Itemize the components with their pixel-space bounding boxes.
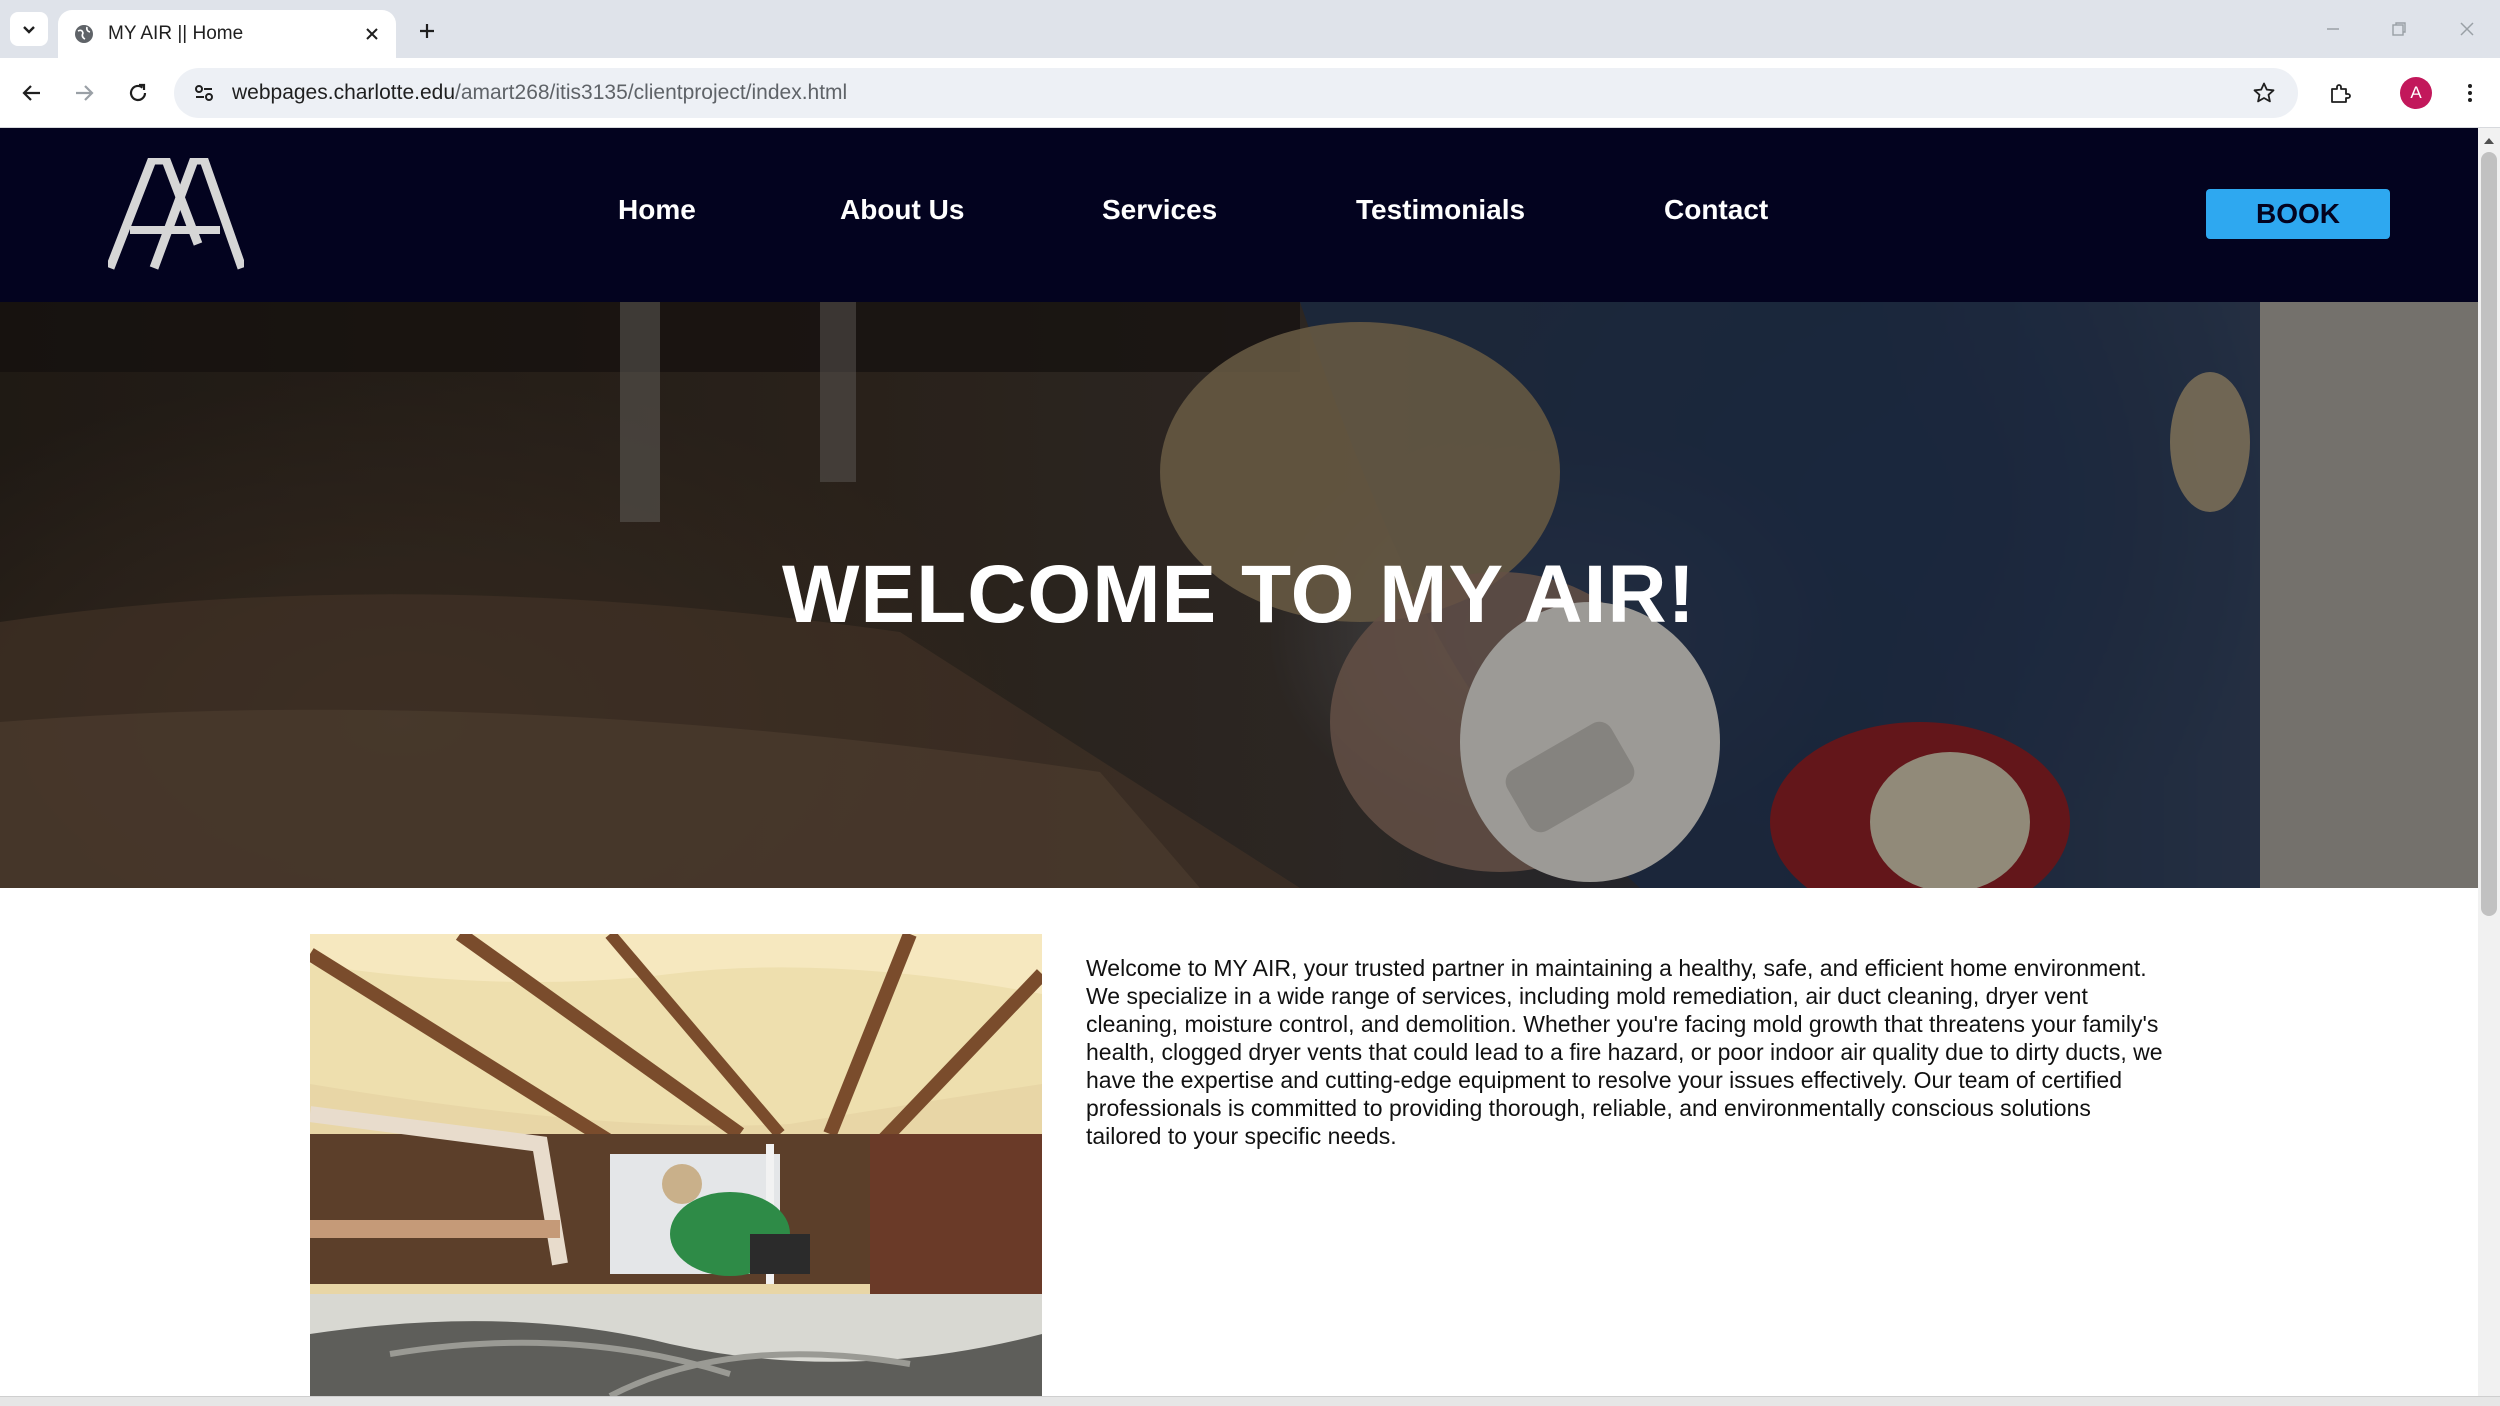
star-icon [2253,82,2275,103]
bookmark-button[interactable] [2244,73,2284,113]
url-host: webpages.charlotte.edu [232,81,455,104]
close-tab-icon[interactable] [364,26,380,42]
arrow-right-icon [76,85,94,101]
scrollbar-thumb[interactable] [2481,152,2497,916]
plus-icon [420,24,434,38]
restore-button[interactable] [2382,14,2416,44]
crawlspace-worker-image [310,934,1042,1396]
site-header: Home About Us Services Testimonials Cont… [0,128,2478,302]
reload-icon [129,83,147,102]
chevron-down-icon [23,26,35,34]
my-air-logo[interactable] [108,158,244,270]
nav-contact[interactable]: Contact [1664,194,1768,226]
browser-tab-bar: MY AIR || Home [0,0,2500,58]
restore-icon [2392,22,2406,36]
back-button[interactable] [12,73,52,113]
puzzle-icon [2331,84,2351,103]
extensions-button[interactable] [2320,73,2360,113]
scroll-up-arrow[interactable] [2478,132,2500,150]
url-path: /amart268/itis3135/clientproject/index.h… [455,81,848,104]
globe-icon [75,25,93,43]
hero-banner: WELCOME TO MY AIR! [0,302,2478,888]
arrow-left-icon [22,85,40,101]
bottom-edge [0,1396,2500,1406]
tab-title: MY AIR || Home [108,23,244,44]
nav-home[interactable]: Home [618,194,696,226]
intro-paragraph: Welcome to MY AIR, your trusted partner … [1086,955,2163,1149]
close-window-button[interactable] [2450,14,2484,44]
nav-about-us[interactable]: About Us [840,194,964,226]
profile-avatar[interactable]: A [2400,77,2432,109]
site-info-button[interactable] [178,68,230,118]
browser-toolbar: webpages.charlotte.edu/amart268/itis3135… [0,58,2500,128]
forward-button[interactable] [64,73,104,113]
crawlspace-photo [310,934,1042,1396]
nav-testimonials[interactable]: Testimonials [1356,194,1525,226]
page-scrollbar[interactable] [2478,128,2500,1396]
tab-search-button[interactable] [10,12,48,46]
reload-button[interactable] [118,73,158,113]
url-text[interactable]: webpages.charlotte.edu/amart268/itis3135… [232,81,847,105]
caret-up-icon [2484,138,2494,144]
hero-title: WELCOME TO MY AIR! [782,549,1696,640]
minimize-icon [2327,28,2339,30]
page-viewport: Home About Us Services Testimonials Cont… [0,128,2478,1396]
tune-icon [195,85,213,101]
active-tab[interactable]: MY AIR || Home [58,10,396,58]
book-button[interactable]: BOOK [2206,189,2390,239]
new-tab-button[interactable] [410,14,444,48]
more-vert-icon [2468,84,2472,102]
close-icon [2460,22,2474,36]
browser-menu-button[interactable] [2450,73,2490,113]
nav-services[interactable]: Services [1102,194,1217,226]
minimize-button[interactable] [2316,14,2350,44]
address-bar[interactable]: webpages.charlotte.edu/amart268/itis3135… [174,68,2298,118]
